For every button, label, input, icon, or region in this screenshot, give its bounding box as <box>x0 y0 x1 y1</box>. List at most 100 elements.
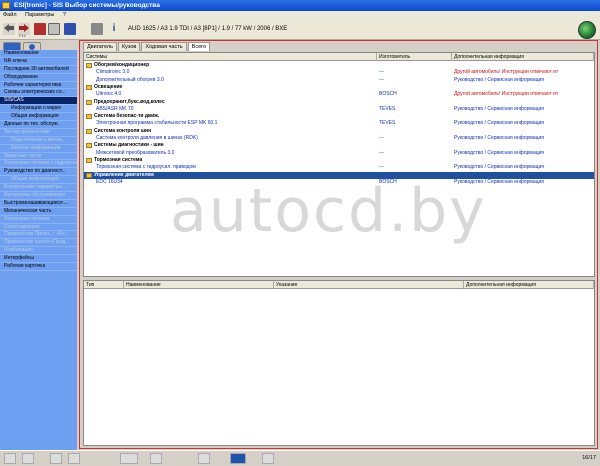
sidebar-item[interactable]: Наименование <box>0 50 77 58</box>
sidebar-item[interactable]: Общая информация <box>0 176 77 185</box>
col-additional-info[interactable]: Дополнительная информация <box>452 53 594 61</box>
sidebar-item[interactable]: Тормозная система <box>0 216 77 224</box>
cell-c2: --- <box>379 69 384 76</box>
sidebar-item[interactable]: Информация о марке <box>0 105 77 114</box>
cell-c1: ABS/ASR MK 70 <box>96 105 134 112</box>
info-icon[interactable]: i <box>110 23 118 35</box>
col-note[interactable]: Указание <box>274 281 464 289</box>
table-row[interactable]: Системы диагностики - шин <box>84 142 594 149</box>
sidebar-item[interactable]: SIS/CAS <box>0 97 77 106</box>
status-engine-icon[interactable] <box>262 453 274 464</box>
save-icon[interactable] <box>64 23 76 35</box>
title-bar: ESI[tronic] - SIS Выбор системы/руководс… <box>0 0 600 11</box>
calculator-icon[interactable] <box>48 23 60 35</box>
status-tool-icon[interactable] <box>150 453 162 464</box>
sidebar-item[interactable]: Интервалы обслуживания <box>0 192 77 200</box>
tab-all[interactable]: Всего <box>187 42 211 51</box>
sidebar-item[interactable]: Тестер диагностики <box>0 129 77 137</box>
table-row[interactable]: Освещение <box>84 84 594 91</box>
tab-body[interactable]: Кузов <box>117 42 141 51</box>
status-back-icon[interactable] <box>4 453 16 464</box>
sidebar-item[interactable]: Сопоставление <box>0 224 77 232</box>
sidebar-item[interactable]: Контрольные параметры ... <box>0 184 77 193</box>
cell-c1: Ultronic 4.0 <box>96 91 122 98</box>
table-row[interactable]: Дополнительный обогрев 3.0 --- Руководство… <box>84 77 594 84</box>
toolbar: F12 i AUD 1625 / A3 1.9 TDI / A3 [8P1] /… <box>0 20 600 40</box>
cell-c2: --- <box>379 135 384 141</box>
sidebar-item[interactable]: NR ключа <box>0 58 77 66</box>
documents-table: Тип Наименование Указание Дополнительная… <box>83 280 595 446</box>
menu-bar: Файл Параметры ? <box>0 11 600 20</box>
sidebar-item[interactable]: Каталог информации <box>0 145 77 153</box>
sidebar-item[interactable]: Общая информация <box>0 113 77 122</box>
cell-c2: --- <box>379 164 384 171</box>
sidebar-item[interactable]: Руководство по диагност... <box>0 168 77 177</box>
folder-icon <box>86 128 92 134</box>
sidebar-item[interactable]: Интерфейсы <box>0 255 77 264</box>
table-row[interactable]: Обогрев/кондиционер <box>84 62 594 69</box>
menu-help[interactable]: ? <box>63 12 66 18</box>
sidebar-item[interactable]: Применение части>«Прод... <box>0 239 77 248</box>
print-icon[interactable] <box>91 23 103 35</box>
table-row[interactable]: Система контроля шин <box>84 128 594 135</box>
sidebar-item[interactable]: Оборудование <box>0 74 77 82</box>
folder-icon <box>86 114 92 120</box>
sidebar-item[interactable]: Запасные части <box>0 153 77 161</box>
col-name[interactable]: Наименование <box>124 281 274 289</box>
back-icon[interactable] <box>3 23 15 35</box>
cell-c3: Руководство / Сервисная информация <box>454 135 544 141</box>
sidebar-item[interactable]: Комбинации <box>0 247 77 256</box>
sidebar-item[interactable]: Рабочие характеристики <box>0 82 77 90</box>
table-row[interactable]: Система контроля давления в шинах (RDK) -… <box>84 135 594 142</box>
table-row[interactable]: Электронная программа стабильности ESP M… <box>84 120 594 127</box>
status-info-icon[interactable] <box>50 453 62 464</box>
menu-file[interactable]: Файл <box>3 12 17 18</box>
cell-c1: Дополнительный обогрев 3.0 <box>96 76 164 83</box>
sidebar-item[interactable]: Схемы электрических со... <box>0 89 77 98</box>
status-parts-icon[interactable] <box>198 453 210 464</box>
tab-chassis[interactable]: Ходовая часть <box>141 42 187 51</box>
parts-tab-icon[interactable] <box>23 42 41 50</box>
table-row[interactable]: Предохранит,букс.вод,колес <box>84 99 594 106</box>
cell-c1: Освещение <box>94 83 123 90</box>
sidebar-item[interactable]: Тормозная система с гидроусил. <box>0 160 77 169</box>
car-tab-icon[interactable] <box>3 42 21 50</box>
cell-c2: TEVES <box>379 120 396 127</box>
status-car-icon[interactable] <box>230 453 246 464</box>
sidebar-item[interactable]: Механическая часть <box>0 208 77 216</box>
forward-icon[interactable]: F12 <box>18 23 30 38</box>
col-manufacturer[interactable]: Изготовитель <box>377 53 452 61</box>
documents-table-header: Тип Наименование Указание Дополнительная… <box>84 281 594 289</box>
col-type[interactable]: Тип <box>84 281 124 289</box>
table-row[interactable]: Тормозная система <box>84 157 594 164</box>
status-forward-icon[interactable] <box>22 453 34 464</box>
cell-c1: Тормозная система <box>94 156 143 163</box>
folder-icon <box>86 63 92 68</box>
cell-c1: Предохранит,букс.вод,колес <box>94 98 165 105</box>
system-icon[interactable] <box>34 23 46 35</box>
sidebar-item[interactable]: Рабочая карточка <box>0 263 77 271</box>
app-icon <box>2 2 10 9</box>
table-row[interactable]: Межсетевой преобразователь 3.0 --- Руковод… <box>84 150 594 157</box>
cell-c1: Электронная программа стабильности ESP M… <box>96 120 218 127</box>
status-help-icon[interactable] <box>68 453 80 464</box>
sidebar-item[interactable]: Быстроизнашивающиеся ... <box>0 200 77 208</box>
table-row[interactable]: Тормозная система с гидроусил. приводом -… <box>84 164 594 171</box>
table-row[interactable]: Система безопас-ти движ. <box>84 113 594 120</box>
cell-c2: --- <box>379 149 384 156</box>
table-row[interactable]: Ultronic 4.0 BOSCH Другой автомобиль! Инст… <box>84 91 594 98</box>
sidebar-item[interactable]: Данные по тех. обслуж. <box>0 121 77 129</box>
col-additional-info-lower[interactable]: Дополнительная информация <box>464 281 594 289</box>
sidebar-item[interactable]: Подключение к автом... <box>0 137 77 145</box>
sidebar-tabs <box>0 41 77 50</box>
col-systems[interactable]: Системы <box>84 53 377 61</box>
status-calc-icon[interactable] <box>120 453 138 464</box>
cell-c3: Руководство / Сервисная информация <box>454 105 544 112</box>
folder-icon <box>86 84 92 90</box>
table-row[interactable]: ABS/ASR MK 70 TEVES Руководство / Сервисна… <box>84 106 594 113</box>
table-row[interactable]: Climatronic 3.0 --- Другой автомобиль! Инс… <box>84 69 594 76</box>
sidebar-item[interactable]: Последние 30 автомобилей <box>0 66 77 74</box>
menu-parameters[interactable]: Параметры <box>25 12 54 18</box>
tab-engine[interactable]: Двигатель <box>83 42 117 51</box>
sidebar-item[interactable]: Применение Просп. > «Кн... <box>0 231 77 240</box>
